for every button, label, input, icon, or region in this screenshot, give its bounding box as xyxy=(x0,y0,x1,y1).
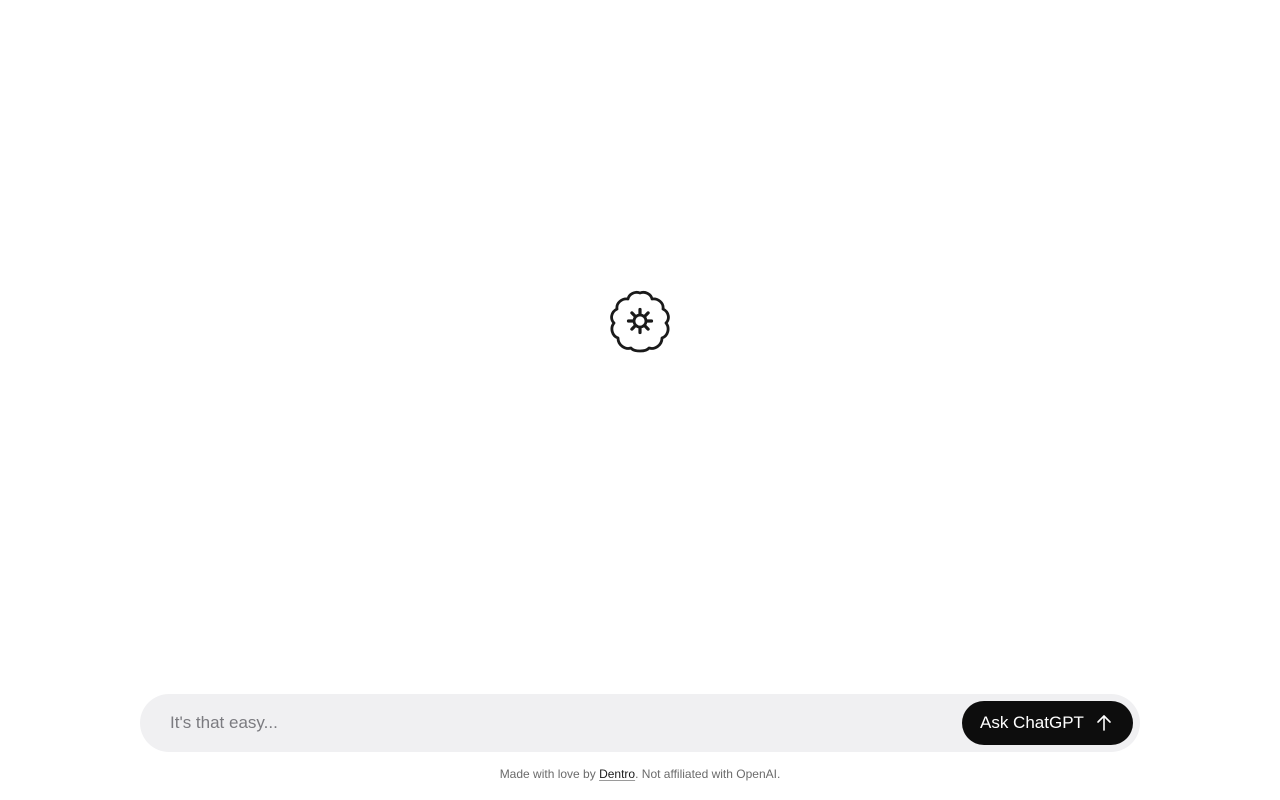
brain-gear-icon xyxy=(607,288,673,354)
arrow-up-icon xyxy=(1094,713,1114,733)
footer-suffix: . Not affiliated with OpenAI. xyxy=(635,767,781,781)
ask-chatgpt-button[interactable]: Ask ChatGPT xyxy=(962,701,1133,745)
footer-prefix: Made with love by xyxy=(499,767,600,781)
prompt-input[interactable] xyxy=(170,694,950,752)
page: Ask ChatGPT Made with love by Dentro. No… xyxy=(0,0,1280,800)
ask-button-label: Ask ChatGPT xyxy=(980,713,1084,732)
footer: Made with love by Dentro. Not affiliated… xyxy=(0,767,1280,781)
prompt-composer: Ask ChatGPT xyxy=(140,694,1140,752)
dentro-link[interactable]: Dentro xyxy=(599,767,635,781)
